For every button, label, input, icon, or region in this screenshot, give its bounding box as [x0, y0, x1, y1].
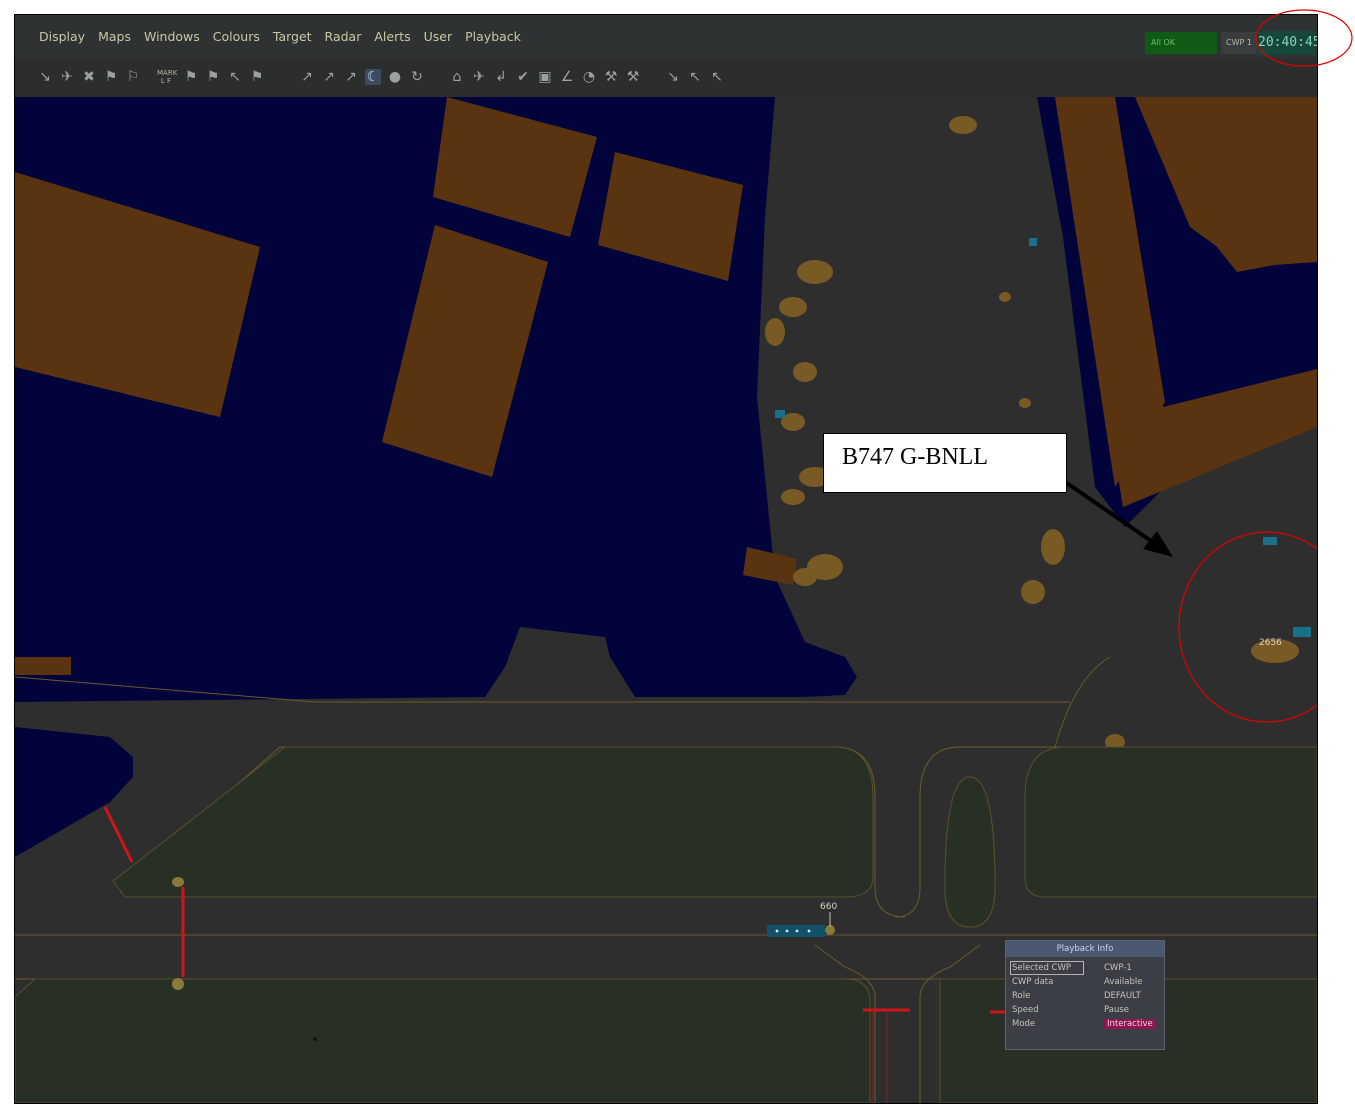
flag-alt-tool-icon[interactable]: ⚐	[125, 69, 141, 85]
refresh-tool-icon[interactable]: ↻	[409, 69, 425, 85]
menu-colours[interactable]: Colours	[213, 29, 260, 44]
plane-tool-icon[interactable]: ✈	[471, 69, 487, 85]
aircraft-callout-label: B747 G-BNLL	[823, 433, 1067, 493]
row-label-speed: Speed	[1012, 1005, 1039, 1015]
hat-tool-icon[interactable]: ⌂	[449, 69, 465, 85]
arrow-3-tool-icon[interactable]: ↖	[709, 69, 725, 85]
bus-tool-icon[interactable]: ▣	[537, 69, 553, 85]
row-value-role: DEFAULT	[1104, 991, 1141, 1001]
menu-windows[interactable]: Windows	[144, 29, 200, 44]
globe-tool-icon[interactable]: ●	[387, 69, 403, 85]
flag-3-tool-icon[interactable]: ⚑	[205, 69, 221, 85]
flag-4-tool-icon[interactable]: ⚑	[249, 69, 265, 85]
target-label-2656: 2656	[1259, 638, 1282, 648]
row-value-cwp-data: Available	[1104, 977, 1143, 987]
aircraft-tool-icon[interactable]: ✈	[59, 69, 75, 85]
building-5	[15, 657, 71, 675]
line-tool-icon[interactable]: ↗	[299, 69, 315, 85]
menu-user[interactable]: User	[424, 29, 453, 44]
row-label-cwp-data: CWP data	[1012, 977, 1054, 987]
menu-radar[interactable]: Radar	[325, 29, 362, 44]
menu-alerts[interactable]: Alerts	[374, 29, 410, 44]
arrow-2-tool-icon[interactable]: ↖	[687, 69, 703, 85]
pen-tool-icon[interactable]: ↖	[227, 69, 243, 85]
menu-bar: Display Maps Windows Colours Target Rada…	[15, 15, 1317, 59]
mark-label: MARK	[157, 69, 178, 77]
line-3-tool-icon[interactable]: ↗	[343, 69, 359, 85]
ground-vehicle-marker	[313, 1037, 317, 1041]
aircraft-target-2656[interactable]: 2656	[1259, 638, 1282, 648]
toolbar: ↘ ✈ ✖ ⚑ ⚐ MARK L F ⚑ ⚑ ↖ ⚑ ↗ ↗ ↗ ☾ ● ↻ ⌂…	[15, 59, 1317, 97]
row-value-selected-cwp: CWP-1	[1104, 963, 1132, 973]
clock-annotation-overlay	[1255, 9, 1353, 67]
flag-2-tool-icon[interactable]: ⚑	[183, 69, 199, 85]
row-label-mode: Mode	[1012, 1019, 1036, 1029]
moon-tool-icon[interactable]: ☾	[365, 69, 381, 85]
cross-tool-icon[interactable]: ✖	[81, 69, 97, 85]
row-value-mode[interactable]: Interactive	[1104, 1019, 1156, 1029]
playback-info-panel: Playback Info Selected CWP CWP-1 CWP dat…	[1005, 940, 1165, 1050]
clock-tool-icon[interactable]: ◔	[581, 69, 597, 85]
draw-tool-icon[interactable]: ↘	[37, 69, 53, 85]
menu-target[interactable]: Target	[273, 29, 312, 44]
check-tool-icon[interactable]: ✔	[515, 69, 531, 85]
grass-area-2	[15, 978, 871, 1103]
grass-area-4	[944, 776, 996, 928]
menu-playback[interactable]: Playback	[465, 29, 521, 44]
row-label-selected-cwp: Selected CWP	[1012, 963, 1072, 973]
mark-lf-button[interactable]: MARK L F	[157, 69, 178, 85]
tools-2-tool-icon[interactable]: ⚒	[625, 69, 641, 85]
row-label-role: Role	[1012, 991, 1031, 1001]
atc-radar-window: Display Maps Windows Colours Target Rada…	[14, 14, 1318, 1104]
target-label-660: 660	[820, 902, 837, 912]
arrow-tool-icon[interactable]: ↘	[665, 69, 681, 85]
hook-tool-icon[interactable]: ↲	[493, 69, 509, 85]
row-value-speed: Pause	[1104, 1005, 1129, 1015]
menu-items: Display Maps Windows Colours Target Rada…	[39, 29, 521, 44]
callout-text: B747 G-BNLL	[842, 444, 988, 470]
angle-tool-icon[interactable]: ∠	[559, 69, 575, 85]
tools-tool-icon[interactable]: ⚒	[603, 69, 619, 85]
playback-info-title: Playback Info	[1006, 941, 1164, 957]
menu-display[interactable]: Display	[39, 29, 85, 44]
flag-tool-icon[interactable]: ⚑	[103, 69, 119, 85]
grass-area-3	[1024, 746, 1317, 898]
lf-label: L F	[160, 77, 172, 85]
menu-maps[interactable]: Maps	[98, 29, 131, 44]
line-2-tool-icon[interactable]: ↗	[321, 69, 337, 85]
